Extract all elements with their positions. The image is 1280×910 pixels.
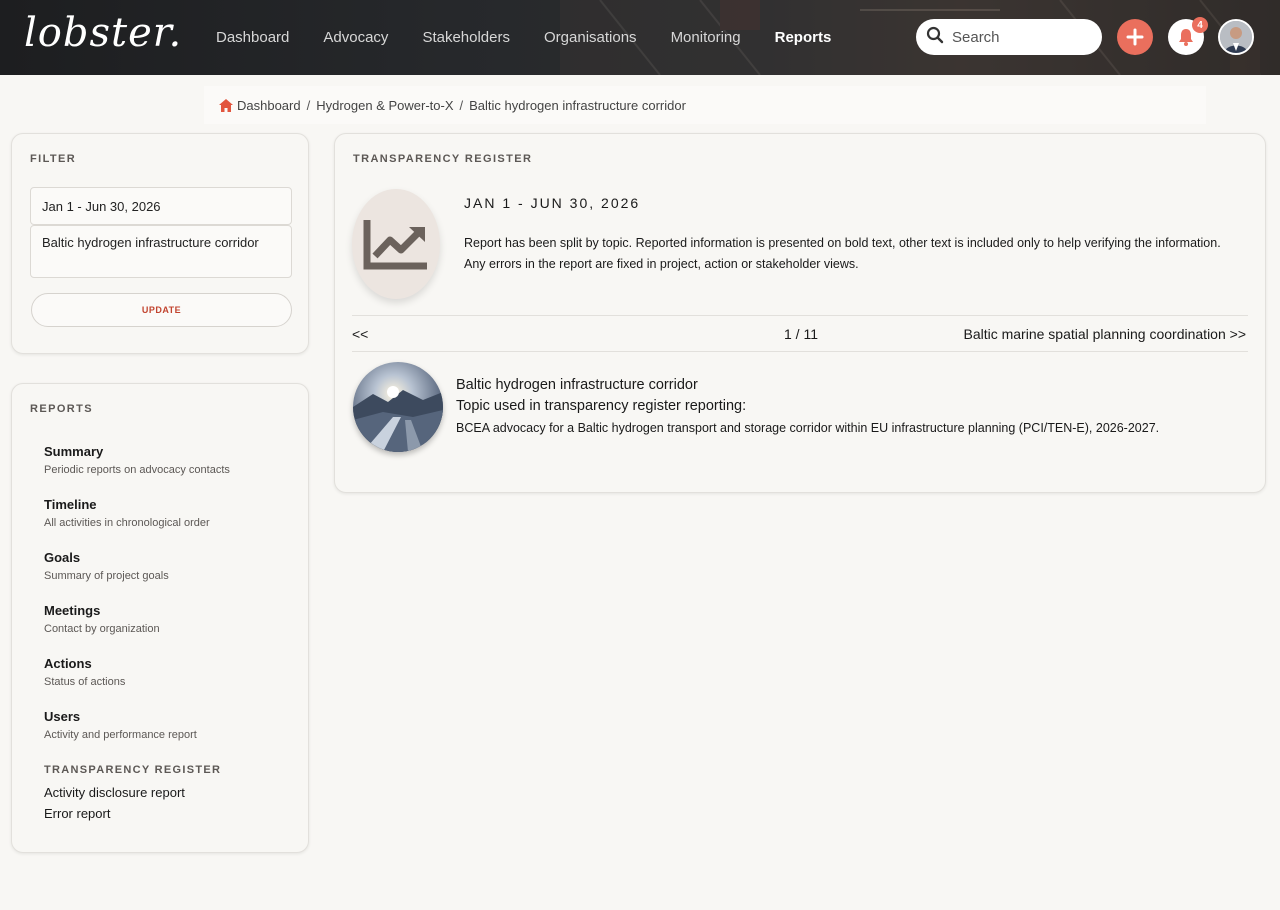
report-item-title: Timeline (44, 497, 97, 512)
topic-description: BCEA advocacy for a Baltic hydrogen tran… (456, 421, 1160, 435)
search-input[interactable] (952, 28, 1092, 46)
top-navigation-bar: lobster. Dashboard Advocacy Stakeholders… (0, 0, 1280, 75)
report-item-users[interactable]: Users Activity and performance report (44, 709, 197, 741)
date-range-field[interactable]: Jan 1 - Jun 30, 2026 (30, 187, 292, 225)
breadcrumb-item-dashboard[interactable]: Dashboard (237, 98, 301, 113)
notification-badge: 4 (1192, 17, 1208, 33)
report-item-desc: Status of actions (44, 676, 126, 688)
report-item-meetings[interactable]: Meetings Contact by organization (44, 603, 160, 635)
transparency-register-heading: TRANSPARENCY REGISTER (44, 764, 222, 776)
nav-item-advocacy[interactable]: Advocacy (323, 28, 388, 48)
report-item-desc: Periodic reports on advocacy contacts (44, 464, 230, 476)
chart-trend-icon (363, 220, 427, 270)
avatar[interactable] (1218, 19, 1254, 55)
report-item-desc: Activity and performance report (44, 729, 197, 741)
filter-card: FILTER Jan 1 - Jun 30, 2026 Baltic hydro… (11, 133, 309, 354)
report-item-title: Meetings (44, 603, 101, 618)
filter-title: FILTER (30, 153, 77, 165)
add-button[interactable] (1117, 19, 1153, 55)
report-item-title: Actions (44, 656, 92, 671)
transparency-register-card: TRANSPARENCY REGISTER JAN 1 - JUN 30, 20… (334, 133, 1266, 493)
nav-item-monitoring[interactable]: Monitoring (671, 28, 741, 48)
topic-pager: << 1 / 11 Baltic marine spatial planning… (352, 315, 1248, 352)
breadcrumb: Dashboard / Hydrogen & Power-to-X / Balt… (204, 86, 1206, 124)
topic-subtitle: Topic used in transparency register repo… (456, 398, 747, 414)
reports-card: REPORTS Summary Periodic reports on advo… (11, 383, 309, 853)
report-item-title: Users (44, 709, 81, 724)
brand-logo[interactable]: lobster. (24, 10, 182, 56)
report-period: JAN 1 - JUN 30, 2026 (464, 195, 641, 211)
register-title: TRANSPARENCY REGISTER (353, 153, 533, 165)
home-icon[interactable] (219, 98, 233, 112)
plus-icon (1126, 28, 1144, 46)
search-box[interactable] (916, 19, 1102, 55)
report-item-title: Goals (44, 550, 81, 565)
next-topic-button[interactable]: Baltic marine spatial planning coordinat… (963, 326, 1246, 342)
report-description: Report has been split by topic. Reported… (464, 236, 1221, 271)
update-button[interactable]: UPDATE (31, 293, 292, 327)
main-nav: Dashboard Advocacy Stakeholders Organisa… (216, 28, 865, 48)
breadcrumb-item-category[interactable]: Hydrogen & Power-to-X (316, 98, 453, 113)
report-item-desc: Contact by organization (44, 623, 160, 635)
activity-disclosure-link[interactable]: Activity disclosure report (44, 785, 185, 800)
report-item-goals[interactable]: Goals Summary of project goals (44, 550, 169, 582)
topic-position: 1 / 11 (784, 325, 818, 342)
breadcrumb-separator: / (306, 97, 311, 113)
nav-item-organisations[interactable]: Organisations (544, 28, 637, 48)
report-item-desc: All activities in chronological order (44, 517, 210, 529)
report-item-title: Summary (44, 444, 104, 459)
report-item-actions[interactable]: Actions Status of actions (44, 656, 125, 688)
report-item-timeline[interactable]: Timeline All activities in chronological… (44, 497, 210, 529)
nav-item-reports[interactable]: Reports (775, 28, 832, 48)
breadcrumb-separator: / (459, 97, 464, 113)
topic-select-field[interactable]: Baltic hydrogen infrastructure corridor (30, 225, 292, 278)
nav-item-stakeholders[interactable]: Stakeholders (422, 28, 510, 48)
prev-topic-button[interactable]: << (352, 326, 412, 342)
report-item-desc: Summary of project goals (44, 570, 169, 582)
report-item-summary[interactable]: Summary Periodic reports on advocacy con… (44, 444, 230, 476)
search-icon (926, 26, 944, 49)
error-report-link[interactable]: Error report (44, 806, 110, 821)
nav-item-dashboard[interactable]: Dashboard (216, 28, 289, 48)
breadcrumb-item-current: Baltic hydrogen infrastructure corridor (469, 97, 686, 113)
reports-title: REPORTS (30, 403, 93, 415)
topic-title: Baltic hydrogen infrastructure corridor (456, 377, 698, 393)
topic-image (353, 362, 443, 452)
report-icon-disc (352, 189, 440, 299)
notifications-button[interactable]: 4 (1168, 17, 1208, 55)
